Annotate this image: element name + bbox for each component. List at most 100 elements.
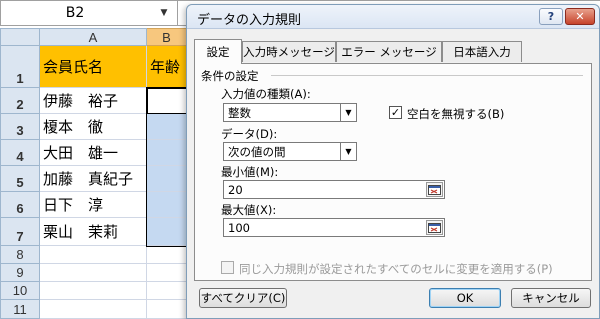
- allow-label: 入力値の種類(A):: [221, 87, 311, 101]
- maximum-value: 100: [228, 220, 250, 235]
- row-number: 9: [16, 265, 24, 280]
- checkmark-icon: ✓: [390, 106, 401, 119]
- row-header-4[interactable]: 4: [0, 140, 40, 166]
- row-number: 10: [12, 283, 28, 298]
- cell-b5[interactable]: [147, 166, 187, 192]
- cell-text: 加藤 真紀子: [43, 170, 134, 188]
- cell-a5[interactable]: 加藤 真紀子: [40, 166, 147, 192]
- close-icon: ✕: [575, 10, 585, 23]
- cancel-label: キャンセル: [522, 291, 580, 305]
- cell-b8[interactable]: [147, 246, 187, 264]
- help-icon: ?: [547, 10, 555, 23]
- cancel-button[interactable]: キャンセル: [511, 288, 591, 308]
- cell-b4[interactable]: [147, 140, 187, 166]
- allow-select[interactable]: 整数 ▼: [223, 103, 357, 122]
- cell-a3[interactable]: 榎本 徹: [40, 114, 147, 140]
- row-number: 11: [13, 302, 27, 317]
- name-box-value: B2: [65, 5, 85, 21]
- data-value: 次の値の間: [228, 144, 286, 159]
- cell-b7[interactable]: [147, 218, 187, 246]
- section-divider: [271, 75, 583, 76]
- row-header-3[interactable]: 3: [0, 114, 40, 140]
- row-header-1[interactable]: 1: [0, 46, 40, 88]
- row-number: 3: [16, 123, 24, 138]
- section-title: 条件の設定: [201, 69, 259, 83]
- row-header-2[interactable]: 2: [0, 88, 40, 114]
- help-button[interactable]: ?: [539, 8, 563, 25]
- cell-a7[interactable]: 栗山 茉莉: [40, 218, 147, 246]
- cell-a6[interactable]: 日下 淳: [40, 192, 147, 218]
- row-number: 2: [16, 97, 24, 112]
- ok-button[interactable]: OK: [429, 288, 501, 308]
- column-header-a[interactable]: A: [40, 28, 147, 46]
- tab-label: 日本語入力: [453, 45, 511, 59]
- column-header-b[interactable]: B: [147, 28, 187, 46]
- collapse-dialog-icon[interactable]: [426, 182, 443, 197]
- tab-error-alert[interactable]: エラー メッセージ: [336, 41, 442, 62]
- tab-input-message[interactable]: 入力時メッセージ: [242, 41, 336, 62]
- cell-a8[interactable]: [40, 246, 147, 264]
- row-header-9[interactable]: 9: [0, 264, 40, 282]
- clear-all-label: すべてクリア(C): [200, 291, 286, 305]
- ignore-blank-label: 空白を無視する(B): [407, 107, 505, 121]
- dialog-titlebar[interactable]: データの入力規則 ? ✕: [187, 5, 599, 29]
- chevron-down-icon[interactable]: ▼: [340, 104, 356, 121]
- apply-all-label: 同じ入力規則が設定されたすべてのセルに変更を適用する(P): [239, 262, 553, 276]
- chevron-down-icon[interactable]: ▼: [340, 143, 356, 160]
- minimum-input[interactable]: 20: [223, 180, 445, 199]
- clear-all-button[interactable]: すべてクリア(C): [199, 288, 287, 308]
- row-number: 7: [16, 229, 24, 244]
- cell-b10[interactable]: [147, 282, 187, 300]
- row-header-5[interactable]: 5: [0, 166, 40, 192]
- close-button[interactable]: ✕: [565, 8, 595, 25]
- ignore-blank-checkbox[interactable]: ✓: [389, 106, 402, 119]
- tab-label: エラー メッセージ: [341, 45, 437, 59]
- cell-b1[interactable]: 年齢: [147, 46, 187, 88]
- maximum-input[interactable]: 100: [223, 218, 445, 237]
- collapse-dialog-icon[interactable]: [426, 220, 443, 235]
- cell-a10[interactable]: [40, 282, 147, 300]
- cell-text: 伊藤 裕子: [43, 92, 119, 110]
- data-label: データ(D):: [221, 127, 278, 141]
- select-all-corner[interactable]: [0, 28, 40, 46]
- cell-b11[interactable]: [147, 300, 187, 319]
- cell-text: 年齢: [150, 58, 181, 76]
- row-number: 8: [16, 247, 24, 262]
- cell-text: 会員氏名: [43, 58, 104, 76]
- chevron-down-icon[interactable]: ▼: [150, 0, 178, 26]
- cell-text: 日下 淳: [43, 196, 104, 214]
- tab-settings[interactable]: 設定: [194, 39, 242, 64]
- row-header-11[interactable]: 11: [0, 300, 40, 319]
- cell-text: 榎本 徹: [43, 118, 104, 136]
- cell-a4[interactable]: 大田 雄一: [40, 140, 147, 166]
- cell-a9[interactable]: [40, 264, 147, 282]
- settings-panel: 条件の設定 入力値の種類(A): 整数 ▼ ✓ 空白を無視する(B) データ(D…: [194, 63, 592, 281]
- cell-a11[interactable]: [40, 300, 147, 319]
- tab-ime-mode[interactable]: 日本語入力: [442, 41, 522, 62]
- cell-a2[interactable]: 伊藤 裕子: [40, 88, 147, 114]
- cell-text: 栗山 茉莉: [43, 223, 119, 241]
- row-number: 6: [16, 201, 24, 216]
- cell-a1[interactable]: 会員氏名: [40, 46, 147, 88]
- row-number: 5: [16, 175, 24, 190]
- dialog-title: データの入力規則: [197, 13, 302, 28]
- row-header-10[interactable]: 10: [0, 282, 40, 300]
- data-select[interactable]: 次の値の間 ▼: [223, 142, 357, 161]
- column-header-b-label: B: [162, 29, 171, 45]
- row-header-6[interactable]: 6: [0, 192, 40, 218]
- maximum-label: 最大値(X):: [221, 203, 277, 217]
- ok-label: OK: [456, 291, 474, 305]
- allow-value: 整数: [228, 105, 251, 120]
- cell-b9[interactable]: [147, 264, 187, 282]
- minimum-label: 最小値(M):: [221, 165, 279, 179]
- row-number: 4: [16, 149, 24, 164]
- cell-b2-active[interactable]: [146, 87, 188, 115]
- minimum-value: 20: [228, 182, 243, 197]
- row-number: 1: [16, 71, 24, 86]
- cell-b6[interactable]: [147, 192, 187, 218]
- apply-all-checkbox[interactable]: [221, 261, 234, 274]
- column-header-a-label: A: [88, 29, 98, 45]
- cell-b3[interactable]: [147, 114, 187, 140]
- row-header-8[interactable]: 8: [0, 246, 40, 264]
- row-header-7[interactable]: 7: [0, 218, 40, 246]
